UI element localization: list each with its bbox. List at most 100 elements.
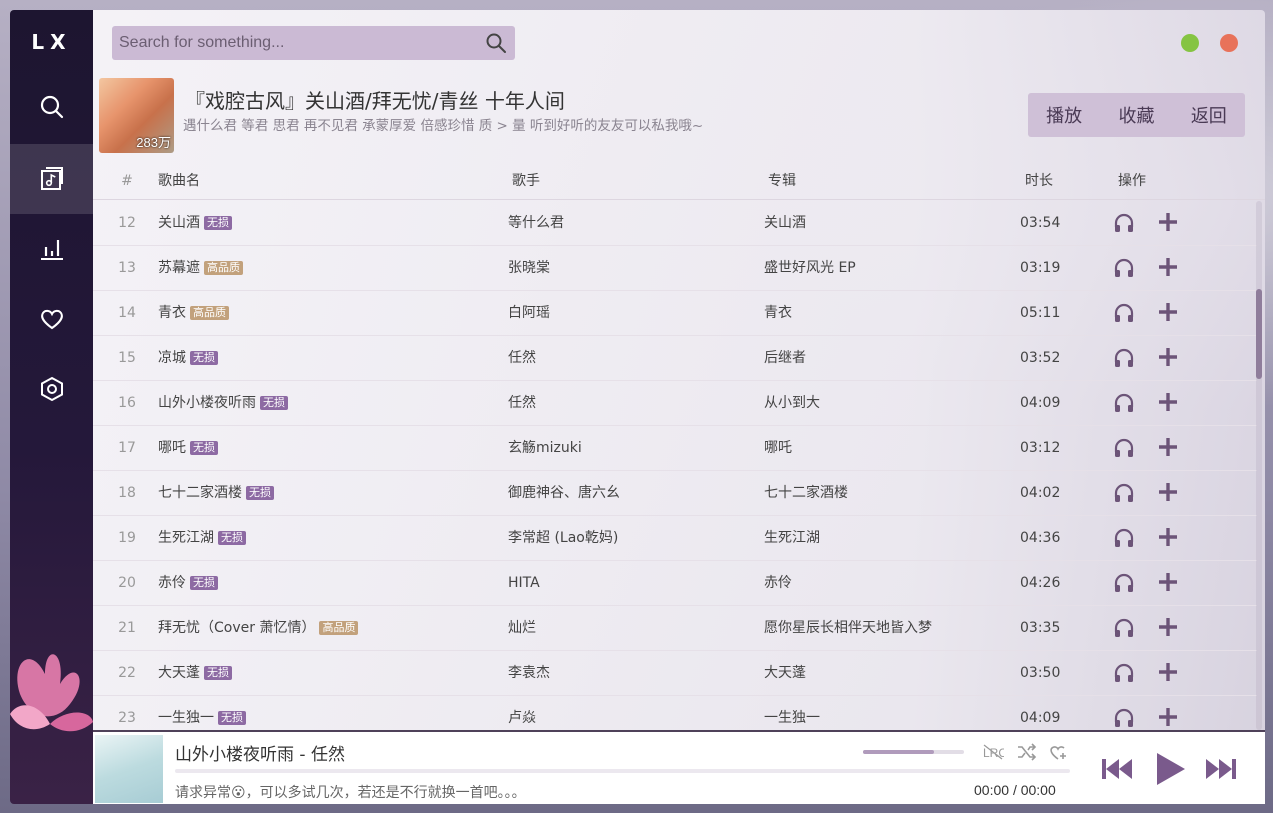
table-row[interactable]: 20 赤伶 无损 HITA 赤伶 04:26 bbox=[93, 561, 1257, 606]
add-icon[interactable] bbox=[1157, 301, 1179, 323]
song-singer: 御鹿神谷、唐六幺 bbox=[508, 485, 620, 501]
add-icon[interactable] bbox=[1157, 571, 1179, 593]
song-singer: 等什么君 bbox=[508, 215, 564, 231]
headphones-icon[interactable] bbox=[1113, 347, 1135, 369]
song-duration: 03:52 bbox=[1020, 350, 1061, 366]
table-row[interactable]: 14 青衣 高品质 白阿瑶 青衣 05:11 bbox=[93, 291, 1257, 336]
scrollbar[interactable] bbox=[1256, 201, 1262, 730]
song-singer: 李常超 (Lao乾妈) bbox=[508, 530, 619, 546]
sidebar-item-leaderboard[interactable] bbox=[10, 214, 93, 284]
headphones-icon[interactable] bbox=[1113, 437, 1135, 459]
shuffle-icon[interactable] bbox=[1015, 741, 1037, 763]
song-number: 18 bbox=[118, 485, 136, 501]
song-number: 23 bbox=[118, 710, 136, 726]
headphones-icon[interactable] bbox=[1113, 212, 1135, 234]
song-album: 生死江湖 bbox=[764, 530, 820, 546]
headphones-icon[interactable] bbox=[1113, 617, 1135, 639]
search-input[interactable] bbox=[112, 26, 472, 60]
song-name: 关山酒 bbox=[158, 215, 200, 231]
next-icon[interactable] bbox=[1203, 750, 1239, 788]
song-duration: 04:09 bbox=[1020, 710, 1061, 726]
add-icon[interactable] bbox=[1157, 346, 1179, 368]
now-playing-cover[interactable] bbox=[95, 735, 163, 803]
headphones-icon[interactable] bbox=[1113, 662, 1135, 684]
close-button[interactable] bbox=[1220, 34, 1238, 52]
leaderboard-icon bbox=[40, 240, 63, 260]
progress-bar[interactable] bbox=[175, 769, 1070, 773]
song-singer: 灿烂 bbox=[508, 620, 536, 636]
add-icon[interactable] bbox=[1157, 706, 1179, 728]
song-duration: 04:02 bbox=[1020, 485, 1061, 501]
song-album: 愿你星辰长相伴天地皆入梦 bbox=[764, 620, 932, 636]
search-bar bbox=[112, 26, 515, 60]
scrollbar-thumb[interactable] bbox=[1256, 289, 1262, 379]
table-row[interactable]: 21 拜无忧（Cover 萧忆情） 高品质 灿烂 愿你星辰长相伴天地皆入梦 03:35 bbox=[93, 606, 1257, 651]
table-row[interactable]: 22 大天蓬 无损 李袁杰 大天蓬 03:50 bbox=[93, 651, 1257, 696]
player-time: 00:00 / 00:00 bbox=[974, 782, 1056, 798]
song-number: 22 bbox=[118, 665, 136, 681]
table-row[interactable]: 17 哪吒 无损 玄觞mizuki 哪吒 03:12 bbox=[93, 426, 1257, 471]
headphones-icon[interactable] bbox=[1113, 527, 1135, 549]
sidebar: LX bbox=[10, 10, 93, 804]
table-row[interactable]: 23 一生独一 无损 卢焱 一生独一 04:09 bbox=[93, 696, 1257, 730]
add-icon[interactable] bbox=[1157, 661, 1179, 683]
song-name: 赤伶 bbox=[158, 575, 186, 591]
quality-badge: 无损 bbox=[260, 396, 288, 410]
song-album: 大天蓬 bbox=[764, 665, 806, 681]
headphones-icon[interactable] bbox=[1113, 392, 1135, 414]
collect-button[interactable]: 收藏 bbox=[1100, 93, 1172, 137]
headphones-icon[interactable] bbox=[1113, 257, 1135, 279]
table-row[interactable]: 19 生死江湖 无损 李常超 (Lao乾妈) 生死江湖 04:36 bbox=[93, 516, 1257, 561]
song-name-cell: 青衣 高品质 bbox=[158, 291, 229, 335]
song-number: 20 bbox=[118, 575, 136, 591]
song-name-cell: 山外小楼夜听雨 无损 bbox=[158, 381, 288, 425]
add-icon[interactable] bbox=[1157, 436, 1179, 458]
add-icon[interactable] bbox=[1157, 211, 1179, 233]
add-icon[interactable] bbox=[1157, 616, 1179, 638]
song-name: 山外小楼夜听雨 bbox=[158, 395, 256, 411]
table-row[interactable]: 13 苏幕遮 高品质 张晓棠 盛世好风光 EP 03:19 bbox=[93, 246, 1257, 291]
player-bar: 山外小楼夜听雨 - 任然 请求异常😮，可以多试几次，若还是不行就换一首吧。。。 … bbox=[93, 730, 1265, 804]
header-num: # bbox=[121, 173, 133, 189]
song-singer: 白阿瑶 bbox=[508, 305, 550, 321]
headphones-icon[interactable] bbox=[1113, 482, 1135, 504]
table-row[interactable]: 18 七十二家酒楼 无损 御鹿神谷、唐六幺 七十二家酒楼 04:02 bbox=[93, 471, 1257, 516]
play-icon[interactable] bbox=[1153, 750, 1187, 788]
table-header: # 歌曲名 歌手 专辑 时长 操作 bbox=[93, 162, 1265, 200]
add-icon[interactable] bbox=[1157, 256, 1179, 278]
previous-icon[interactable] bbox=[1099, 750, 1135, 788]
song-duration: 03:12 bbox=[1020, 440, 1061, 456]
playlist-cover: 283万 bbox=[99, 78, 174, 153]
sidebar-item-song-list[interactable] bbox=[10, 144, 93, 214]
player-message: 请求异常😮，可以多试几次，若还是不行就换一首吧。。。 bbox=[175, 785, 526, 801]
add-icon[interactable] bbox=[1157, 481, 1179, 503]
back-button[interactable]: 返回 bbox=[1173, 93, 1245, 137]
song-album: 七十二家酒楼 bbox=[764, 485, 848, 501]
table-row[interactable]: 16 山外小楼夜听雨 无损 任然 从小到大 04:09 bbox=[93, 381, 1257, 426]
song-singer: 玄觞mizuki bbox=[508, 440, 582, 456]
add-icon[interactable] bbox=[1157, 391, 1179, 413]
sidebar-item-settings[interactable] bbox=[10, 354, 93, 424]
add-icon[interactable] bbox=[1157, 526, 1179, 548]
quality-badge: 无损 bbox=[204, 216, 232, 230]
add-favorite-icon[interactable] bbox=[1047, 741, 1069, 763]
song-name-cell: 生死江湖 无损 bbox=[158, 516, 246, 560]
table-row[interactable]: 12 关山酒 无损 等什么君 关山酒 03:54 bbox=[93, 201, 1257, 246]
song-number: 19 bbox=[118, 530, 136, 546]
lyrics-icon[interactable]: LRC bbox=[982, 741, 1004, 763]
minimize-button[interactable] bbox=[1181, 34, 1199, 52]
table-row[interactable]: 15 凉城 无损 任然 后继者 03:52 bbox=[93, 336, 1257, 381]
song-name: 生死江湖 bbox=[158, 530, 214, 546]
volume-slider[interactable] bbox=[863, 750, 964, 754]
search-icon[interactable] bbox=[485, 32, 507, 54]
headphones-icon[interactable] bbox=[1113, 707, 1135, 729]
quality-badge: 无损 bbox=[246, 486, 274, 500]
headphones-icon[interactable] bbox=[1113, 572, 1135, 594]
song-duration: 04:09 bbox=[1020, 395, 1061, 411]
sidebar-item-favorites[interactable] bbox=[10, 284, 93, 354]
sidebar-item-search[interactable] bbox=[10, 72, 93, 142]
headphones-icon[interactable] bbox=[1113, 302, 1135, 324]
play-all-button[interactable]: 播放 bbox=[1028, 93, 1100, 137]
quality-badge: 高品质 bbox=[190, 306, 229, 320]
app-logo: LX bbox=[31, 30, 72, 54]
